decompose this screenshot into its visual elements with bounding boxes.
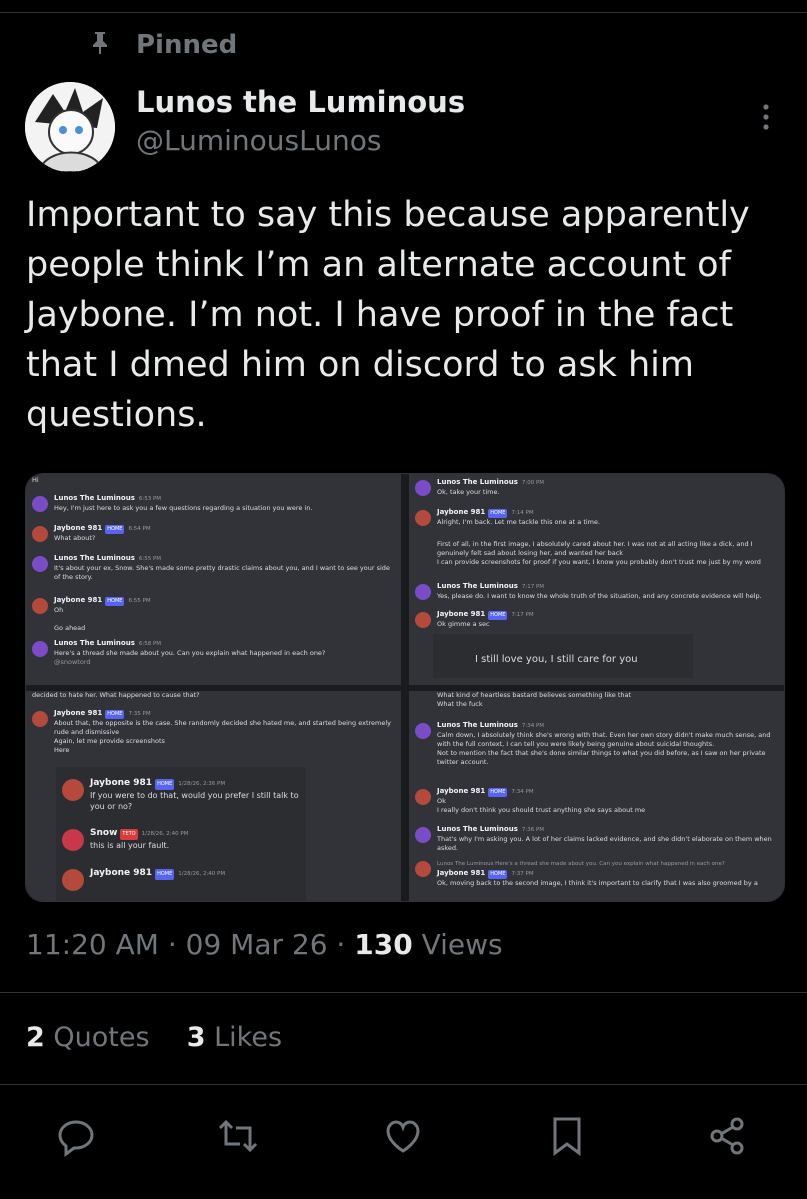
- chat-message: Lunos The Luminous 6:53 PM Hey, I'm just h…: [32, 494, 395, 513]
- author-handle[interactable]: @LuminousLunos: [136, 124, 381, 157]
- avatar: [415, 827, 431, 843]
- chat-message: Jaybone 981 HOME 7:14 PM Alright, I'm back.…: [415, 508, 778, 527]
- chat-message: Lunos The Luminous 7:34 PM Calm down, I ab…: [415, 721, 778, 767]
- pinned-indicator: Pinned: [90, 30, 237, 60]
- quotes-stat[interactable]: 2 Quotes: [26, 1022, 150, 1053]
- share-icon[interactable]: [705, 1114, 749, 1158]
- screenshot-panel-3[interactable]: decided to hate her. What happened to ca…: [26, 691, 401, 901]
- likes-stat[interactable]: 3 Likes: [187, 1022, 282, 1053]
- chat-message: Jaybone 981 HOME 7:17 PM Ok gimme a sec: [415, 610, 778, 629]
- chat-message: Jaybone 981 HOME 7:35 PM About that, the op…: [32, 709, 395, 755]
- panel-header: decided to hate her. What happened to ca…: [32, 691, 200, 699]
- chat-message: Jaybone 981 HOME 7:34 PM Ok I really don't t…: [415, 787, 778, 815]
- chat-message: Jaybone 981 HOME 1/28/26, 2:40 PM: [62, 867, 300, 891]
- avatar: [415, 861, 431, 877]
- author-name[interactable]: Lunos the Luminous: [136, 85, 465, 119]
- chat-message: Jaybone 981 HOME 6:54 PM What about?: [32, 524, 395, 543]
- avatar: [415, 510, 431, 526]
- avatar: [415, 612, 431, 628]
- divider: [0, 992, 807, 993]
- bookmark-icon[interactable]: [545, 1114, 589, 1158]
- views-count: 130: [354, 928, 413, 961]
- media-collage[interactable]: Hi Lunos The Luminous 6:53 PM Hey, I'm jus…: [25, 473, 785, 902]
- chat-message: Lunos The Luminous 7:36 PM That's why I'm …: [415, 825, 778, 853]
- avatar: [415, 723, 431, 739]
- chat-message: Lunos The Luminous 6:55 PM It's about your…: [32, 554, 395, 582]
- post-text: Important to say this because apparently…: [26, 195, 750, 435]
- avatar: [32, 526, 48, 542]
- top-divider: [0, 12, 807, 13]
- reply-icon[interactable]: [54, 1114, 98, 1158]
- embed-text: I still love you, I still care for you: [475, 654, 638, 665]
- avatar: [32, 598, 48, 614]
- chat-message: Lunos The Luminous Here's a thread she m…: [415, 859, 778, 888]
- post-meta: 11:20 AM · 09 Mar 26 · 130 Views: [26, 928, 503, 961]
- avatar: [415, 480, 431, 496]
- more-options-icon[interactable]: [756, 102, 776, 134]
- views-label: Views: [421, 928, 503, 961]
- action-bar: [0, 1114, 807, 1158]
- post-date: 09 Mar 26: [185, 928, 328, 961]
- panel-header: Hi: [32, 476, 39, 484]
- divider: [0, 1084, 807, 1085]
- avatar: [32, 641, 48, 657]
- pin-icon: [90, 32, 110, 58]
- post-stats: 2 Quotes 3 Likes: [26, 1022, 282, 1053]
- pinned-label: Pinned: [136, 30, 238, 60]
- chat-message: Lunos The Luminous 7:00 PM Ok, take your t…: [415, 478, 778, 497]
- screenshot-panel-2[interactable]: Lunos The Luminous 7:00 PM Ok, take your t…: [409, 474, 784, 685]
- avatar: [415, 584, 431, 600]
- chat-message: Jaybone 981 HOME 1/28/26, 2:36 PM If you we…: [62, 777, 300, 812]
- post-time: 11:20 AM: [26, 928, 159, 961]
- screenshot-panel-1[interactable]: Hi Lunos The Luminous 6:53 PM Hey, I'm jus…: [26, 474, 401, 685]
- chat-message: Snow TETO 1/28/26, 2:40 PM this is all your…: [62, 827, 300, 851]
- chat-message: Lunos The Luminous 7:17 PM Yes, please do.…: [415, 582, 778, 601]
- chat-message: First of all, in the first image, I abso…: [437, 540, 761, 566]
- screenshot-panel-4[interactable]: What kind of heartless bastard believes …: [409, 691, 784, 901]
- avatar: [415, 789, 431, 805]
- repost-icon[interactable]: [216, 1114, 260, 1158]
- avatar[interactable]: [25, 82, 115, 172]
- chat-message: Lunos The Luminous 6:58 PM Here's a thread…: [32, 639, 395, 667]
- avatar: [32, 711, 48, 727]
- chat-message: Jaybone 981 HOME 6:55 PM Oh Go ahead: [32, 596, 395, 633]
- avatar: [62, 779, 84, 801]
- like-icon[interactable]: [381, 1114, 425, 1158]
- embedded-screenshot: Jaybone 981 HOME 1/28/26, 2:36 PM If you we…: [56, 767, 306, 901]
- avatar: [32, 496, 48, 512]
- embedded-screenshot: I still love you, I still care for you: [433, 634, 693, 678]
- avatar: [62, 869, 84, 891]
- panel-header: What kind of heartless bastard believes …: [437, 691, 632, 708]
- avatar: [62, 829, 84, 851]
- avatar: [32, 556, 48, 572]
